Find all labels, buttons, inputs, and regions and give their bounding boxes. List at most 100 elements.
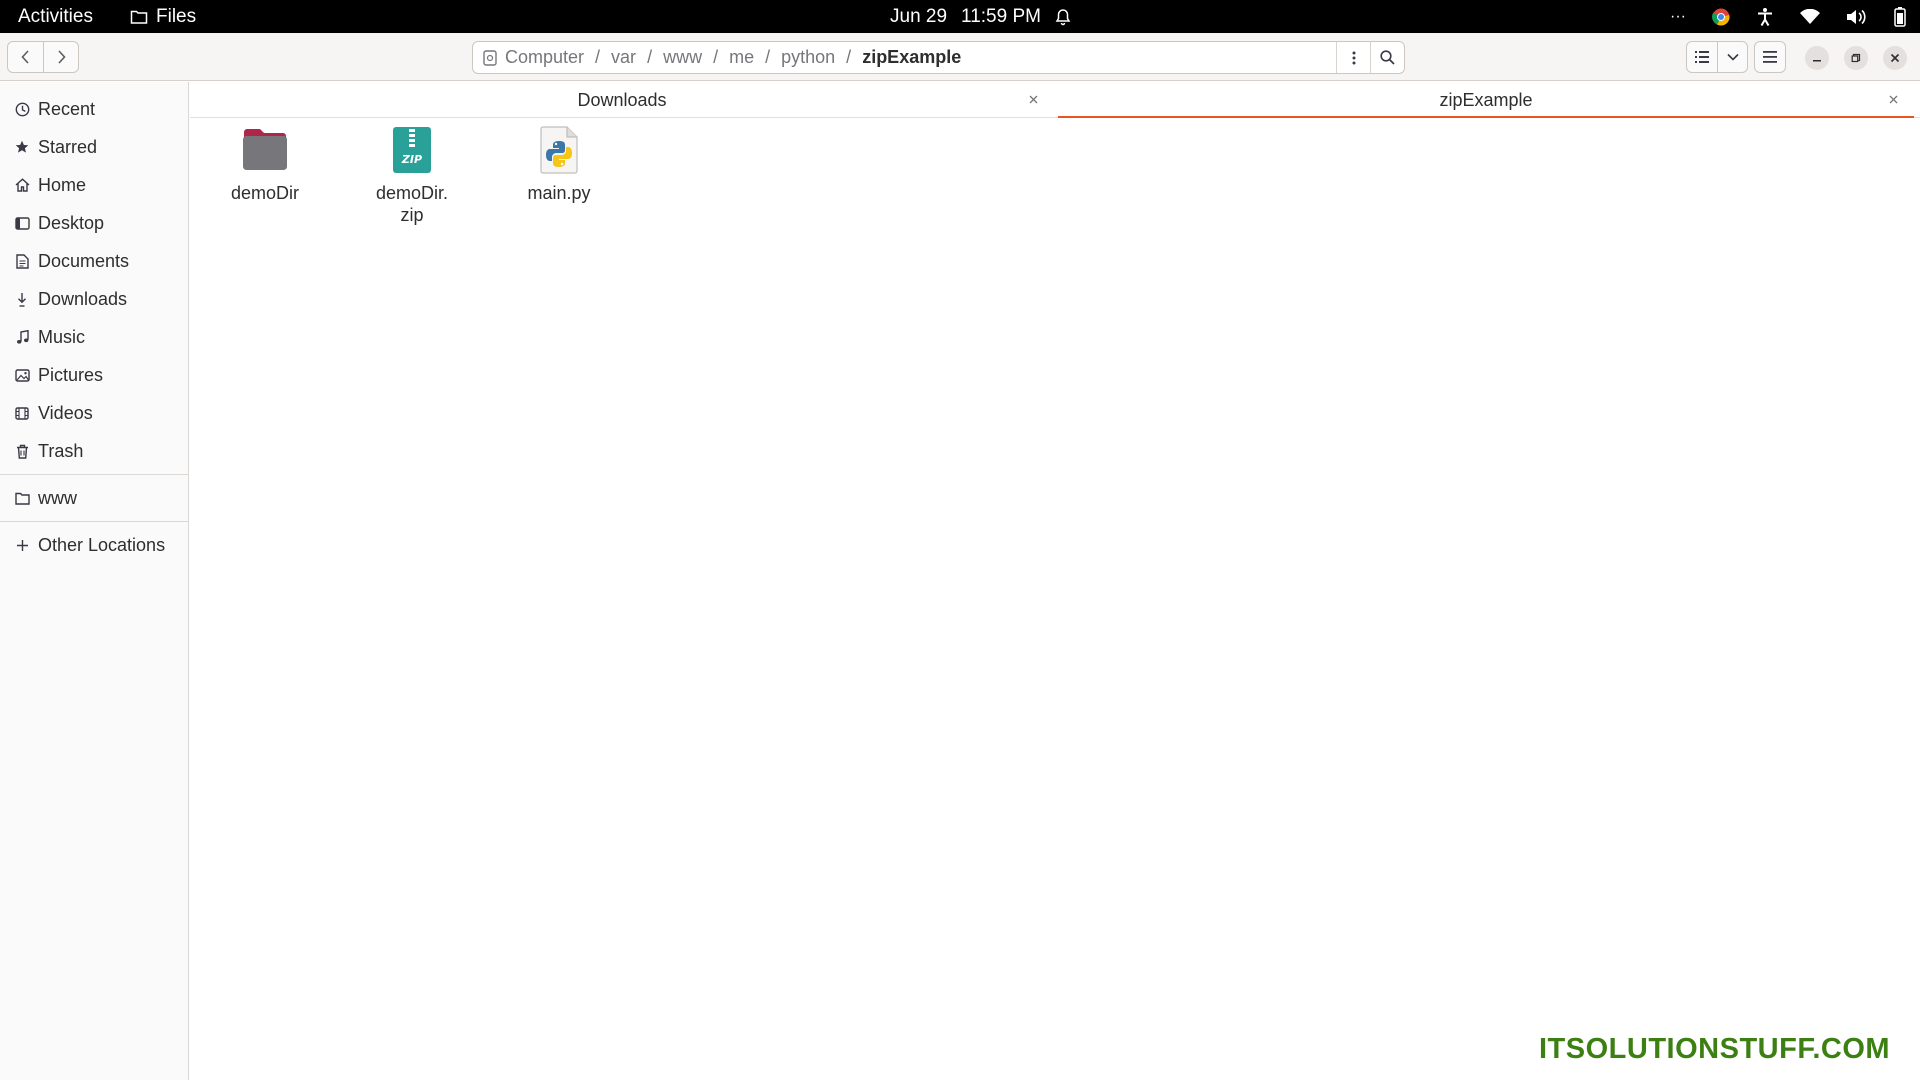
zip-badge: ZIP [401,153,422,166]
sidebar-item-label: Desktop [38,212,105,233]
battery-icon[interactable] [1894,6,1906,27]
chevron-left-icon [20,50,29,64]
sidebar-item-label: www [38,487,77,508]
navigation-buttons [7,41,79,73]
sidebar-item-pictures[interactable]: Pictures [0,356,188,394]
crumb-separator: / [846,47,852,67]
music-icon [14,329,30,345]
sidebar-bookmark-www[interactable]: www [0,479,188,517]
back-button[interactable] [8,42,43,72]
python-file-icon [533,124,585,176]
crumb-www[interactable]: www [657,47,708,68]
crumb-var[interactable]: var [605,47,642,68]
hamburger-menu-icon [1763,51,1777,63]
close-icon [1029,95,1037,103]
clock[interactable]: Jun 29 11:59 PM [890,0,1071,33]
tab-downloads[interactable]: Downloads [190,82,1054,118]
home-icon [14,177,30,193]
system-top-bar: Activities Files Jun 29 11:59 PM ··· [0,0,1920,33]
activities-button[interactable]: Activities [18,0,93,33]
restore-icon [1851,53,1861,63]
minimize-button[interactable] [1805,46,1829,70]
star-icon [14,139,30,155]
sidebar-item-label: Home [38,174,87,195]
crumb-current[interactable]: zipExample [856,47,967,68]
file-item-demodir[interactable]: demoDir [205,124,325,204]
site-watermark: ITSOLUTIONSTUFF.COM [1539,1033,1891,1065]
crumb-separator: / [765,47,771,67]
desktop-icon [14,215,30,231]
view-toggle-group [1686,41,1748,73]
close-icon [1889,95,1897,103]
video-icon [14,405,30,421]
sidebar-item-label: Starred [38,136,98,157]
file-name: main.py [527,183,591,203]
forward-button[interactable] [43,42,78,72]
wifi-icon[interactable] [1800,8,1820,25]
sidebar-item-label: Recent [38,98,96,119]
maximize-button[interactable] [1844,46,1868,70]
clock-time: 11:59 PM [961,6,1041,27]
close-window-button[interactable] [1883,46,1907,70]
accessibility-icon[interactable] [1756,7,1774,27]
sidebar-item-label: Pictures [38,364,104,385]
drive-icon [483,49,497,66]
sidebar-item-label: Trash [38,440,84,461]
folder-menu-button[interactable] [1336,42,1370,73]
alarm-bell-icon [1055,8,1071,25]
picture-icon [14,367,30,383]
crumb-me[interactable]: me [723,47,760,68]
chrome-icon[interactable] [1712,8,1730,26]
crumb-computer[interactable]: Computer [499,47,590,68]
search-icon [1380,50,1395,65]
list-view-icon [1695,51,1709,63]
sidebar-item-downloads[interactable]: Downloads [0,280,188,318]
breadcrumb: Computer / var / www / me / python / zip… [473,42,1336,73]
tab-label: zipExample [1439,89,1533,110]
places-sidebar: Recent Starred Home Desktop Documents Do… [0,82,189,1080]
list-view-button[interactable] [1687,42,1717,72]
sidebar-item-trash[interactable]: Trash [0,432,188,470]
file-name: demoDir [230,183,300,203]
volume-icon[interactable] [1846,8,1868,26]
plus-icon [14,537,30,553]
clock-icon [14,101,30,117]
view-options-button[interactable] [1717,42,1747,72]
trash-icon [14,443,30,459]
download-icon [14,291,30,307]
crumb-separator: / [595,47,601,67]
sidebar-item-label: Documents [38,250,130,271]
sidebar-item-videos[interactable]: Videos [0,394,188,432]
crumb-separator: / [713,47,719,67]
sidebar-divider [0,521,188,522]
sidebar-item-recent[interactable]: Recent [0,90,188,128]
crumb-python[interactable]: python [775,47,841,68]
chevron-down-icon [1726,53,1739,61]
folder-icon [14,490,30,506]
search-button[interactable] [1370,42,1404,73]
tab-close-button[interactable] [1026,92,1040,106]
file-item-main-py[interactable]: main.py [499,124,619,204]
main-menu-button[interactable] [1754,41,1786,73]
sidebar-item-other-locations[interactable]: Other Locations [0,526,188,564]
sidebar-item-label: Downloads [38,288,128,309]
clock-date: Jun 29 [890,6,948,27]
location-bar: Computer / var / www / me / python / zip… [472,41,1405,74]
sidebar-item-starred[interactable]: Starred [0,128,188,166]
sidebar-item-documents[interactable]: Documents [0,242,188,280]
tab-label: Downloads [577,89,667,110]
app-menu-files[interactable]: Files [130,0,196,33]
chevron-right-icon [58,50,66,64]
sidebar-item-music[interactable]: Music [0,318,188,356]
sidebar-item-desktop[interactable]: Desktop [0,204,188,242]
file-item-demodir-zip[interactable]: ZIP demoDir. zip [352,124,472,226]
overflow-menu[interactable]: ··· [1670,8,1686,26]
tab-bar: Downloads zipExample [190,82,1920,119]
sidebar-item-label: Videos [38,402,93,423]
sidebar-divider [0,474,188,475]
crumb-separator: / [647,47,653,67]
tab-close-button[interactable] [1886,92,1900,106]
vertical-dots-icon [1352,51,1355,64]
tab-zipexample[interactable]: zipExample [1058,82,1914,119]
sidebar-item-home[interactable]: Home [0,166,188,204]
